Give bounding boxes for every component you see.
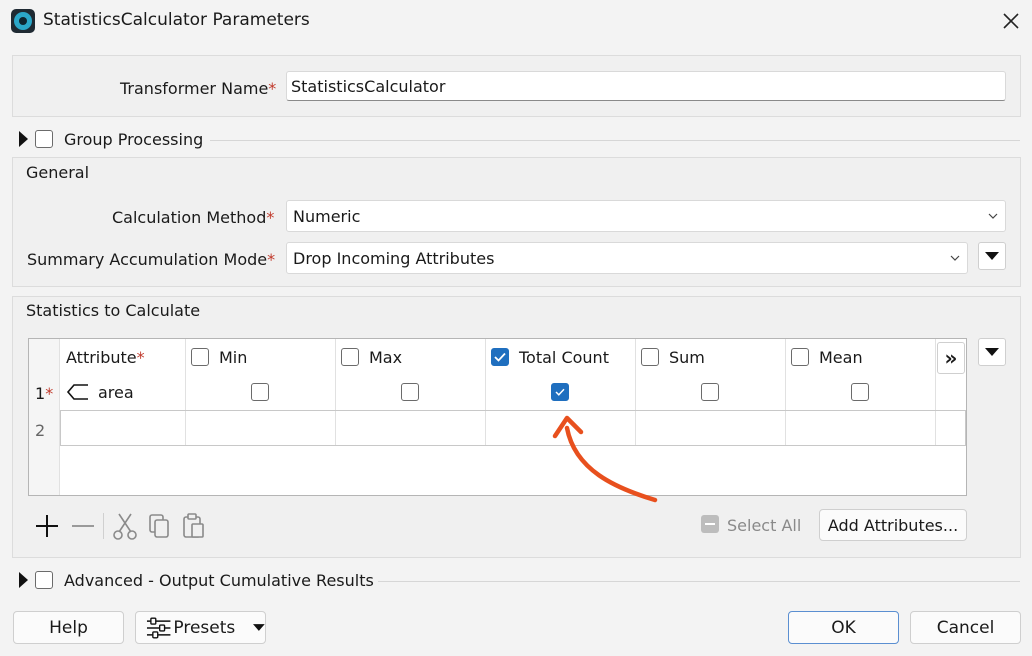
summary-mode-label: Summary Accumulation Mode* [27,250,276,269]
transformer-name-label: Transformer Name* [120,79,277,98]
table-row-outline [60,410,966,446]
cut-icon[interactable] [112,512,138,540]
annotation-arrow-icon [552,415,658,503]
advanced-expand-icon[interactable] [19,572,28,588]
select-all-label: Select All [727,516,802,535]
column-header-min: Min [219,348,248,367]
transformer-name-value: StatisticsCalculator [291,76,446,96]
checkmark-icon [555,388,565,396]
group-processing-label: Group Processing [64,130,204,149]
calculation-method-select[interactable]: Numeric [286,200,1006,232]
attribute-cell-value[interactable]: area [98,383,134,402]
advanced-checkbox[interactable] [35,571,53,589]
total-count-column-checkbox[interactable] [491,348,509,366]
row-number: 1* [35,384,54,403]
divider [210,140,1020,141]
row1-total-count-checkbox[interactable] [551,383,569,401]
window-title: StatisticsCalculator Parameters [43,10,310,30]
menu-down-icon [985,348,999,356]
attribute-tag-icon [66,384,88,400]
statistics-table: Attribute* Min Max Total Count Sum Mean … [28,338,967,496]
sum-column-checkbox[interactable] [641,348,659,366]
mean-column-checkbox[interactable] [791,348,809,366]
column-header-sum: Sum [669,348,705,367]
cancel-button[interactable]: Cancel [910,611,1021,644]
select-all-checkbox[interactable] [701,515,719,533]
toolbar-separator [103,513,104,539]
summary-mode-menu-button[interactable] [978,242,1006,270]
column-header-attribute: Attribute* [66,348,145,367]
app-icon [11,9,35,33]
group-processing-expand-icon[interactable] [19,131,28,147]
summary-mode-value: Drop Incoming Attributes [293,248,495,268]
general-section-label: General [26,163,90,182]
row1-min-checkbox[interactable] [251,383,269,401]
add-attributes-button[interactable]: Add Attributes... [819,509,967,541]
more-columns-button[interactable]: » [937,342,965,374]
max-column-checkbox[interactable] [341,348,359,366]
chevron-down-icon [950,255,960,261]
column-header-total-count: Total Count [519,348,609,367]
chevron-down-icon [988,213,998,219]
remove-row-icon[interactable] [70,513,96,539]
row1-max-checkbox[interactable] [401,383,419,401]
caret-down-icon [253,623,265,631]
copy-icon[interactable] [147,512,173,540]
paste-icon[interactable] [181,512,207,540]
row1-sum-checkbox[interactable] [701,383,719,401]
close-icon[interactable] [1000,10,1022,32]
row-number-gutter [29,339,60,495]
divider [378,581,1020,582]
calculation-method-value: Numeric [293,206,361,226]
transformer-name-input[interactable]: StatisticsCalculator [286,71,1006,101]
sliders-icon [146,617,171,638]
add-row-icon[interactable] [34,513,60,539]
help-button[interactable]: Help [13,611,124,644]
statistics-menu-button[interactable] [978,338,1006,366]
menu-down-icon [985,252,999,260]
column-header-mean: Mean [819,348,863,367]
presets-button[interactable]: Presets [135,611,266,644]
summary-mode-select[interactable]: Drop Incoming Attributes [286,242,968,274]
double-chevron-right-icon: » [944,346,958,370]
checkmark-icon [494,352,506,362]
presets-label: Presets [173,617,236,638]
min-column-checkbox[interactable] [191,348,209,366]
row1-mean-checkbox[interactable] [851,383,869,401]
advanced-label: Advanced - Output Cumulative Results [64,571,374,590]
calculation-method-label: Calculation Method* [112,208,275,227]
row-number: 2 [35,421,46,440]
statistics-section-label: Statistics to Calculate [26,301,201,320]
group-processing-checkbox[interactable] [35,130,53,148]
ok-button[interactable]: OK [788,611,899,644]
column-header-max: Max [369,348,403,367]
